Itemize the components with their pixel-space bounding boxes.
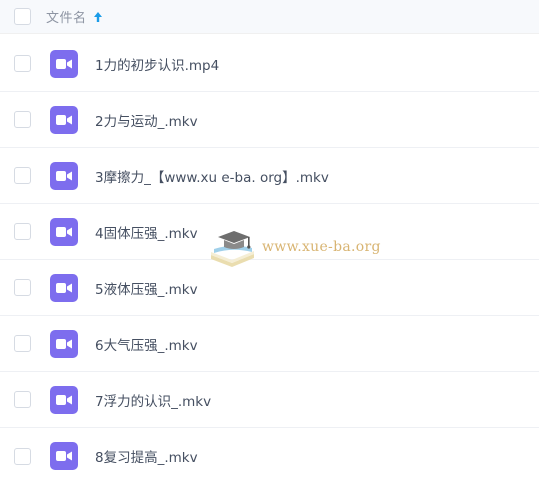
file-row[interactable]: 8复习提高_.mkv bbox=[0, 428, 539, 481]
row-checkbox[interactable] bbox=[14, 55, 31, 72]
row-checkbox[interactable] bbox=[14, 447, 31, 465]
video-file-icon bbox=[50, 273, 78, 302]
file-name[interactable]: 3摩擦力_【www.xu e-ba. org】.mkv bbox=[95, 166, 329, 186]
file-name[interactable]: 1力的初步认识.mp4 bbox=[95, 54, 219, 74]
file-row[interactable]: 7浮力的认识_.mkv bbox=[0, 372, 539, 428]
watermark-text: www.xue-ba.org bbox=[262, 239, 381, 255]
video-file-icon bbox=[50, 49, 78, 78]
video-file-icon bbox=[50, 385, 78, 414]
row-checkbox[interactable] bbox=[14, 391, 31, 408]
video-file-icon bbox=[50, 161, 78, 190]
row-checkbox[interactable] bbox=[14, 167, 31, 184]
file-row[interactable]: 1力的初步认识.mp4 bbox=[0, 36, 539, 92]
watermark: www.xue-ba.org bbox=[208, 225, 381, 269]
file-name[interactable]: 6大气压强_.mkv bbox=[95, 334, 198, 354]
video-file-icon bbox=[50, 329, 78, 358]
file-name[interactable]: 7浮力的认识_.mkv bbox=[95, 390, 211, 410]
arrow-up-icon[interactable] bbox=[93, 11, 103, 23]
file-list-header: 文件名 bbox=[0, 0, 539, 34]
graduation-cap-book-icon bbox=[211, 231, 254, 267]
column-header-filename[interactable]: 文件名 bbox=[46, 7, 87, 26]
file-row[interactable]: 2力与运动_.mkv bbox=[0, 92, 539, 148]
file-name[interactable]: 4固体压强_.mkv bbox=[95, 222, 198, 242]
video-file-icon bbox=[50, 105, 78, 134]
video-file-icon bbox=[50, 442, 78, 470]
video-file-icon bbox=[50, 217, 78, 246]
row-checkbox[interactable] bbox=[14, 335, 31, 352]
file-name[interactable]: 2力与运动_.mkv bbox=[95, 110, 198, 130]
select-all-checkbox[interactable] bbox=[14, 8, 31, 25]
file-row[interactable]: 6大气压强_.mkv bbox=[0, 316, 539, 372]
file-row[interactable]: 3摩擦力_【www.xu e-ba. org】.mkv bbox=[0, 148, 539, 204]
row-checkbox[interactable] bbox=[14, 279, 31, 296]
file-name[interactable]: 5液体压强_.mkv bbox=[95, 278, 198, 298]
file-name[interactable]: 8复习提高_.mkv bbox=[95, 446, 198, 466]
row-checkbox[interactable] bbox=[14, 223, 31, 240]
file-list: 文件名 1力的初步认识.mp4 2力与运动_.mkv 3摩擦力_【www.xu … bbox=[0, 0, 539, 481]
row-checkbox[interactable] bbox=[14, 111, 31, 128]
